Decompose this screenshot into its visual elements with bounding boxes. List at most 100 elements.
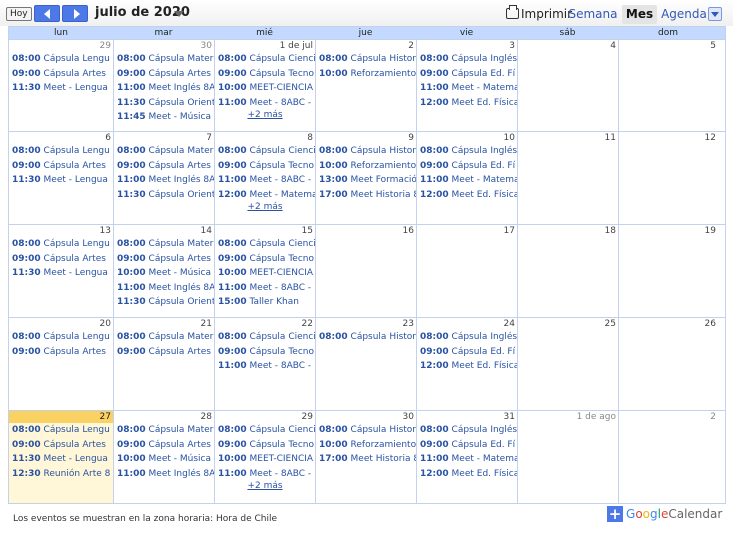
calendar-event[interactable]: 11:00 Meet - 8ABC -	[215, 467, 315, 482]
day-cell[interactable]: 25	[517, 318, 618, 410]
day-number[interactable]: 24	[417, 318, 517, 330]
calendar-event[interactable]: 11:45 Meet - Música	[114, 110, 214, 125]
calendar-event[interactable]: 10:00 Reforzamiento	[316, 67, 416, 82]
day-cell[interactable]: 19	[618, 225, 718, 317]
calendar-event[interactable]: 10:00 MEET-CIENCIA	[215, 452, 315, 467]
day-number[interactable]: 9	[316, 132, 416, 144]
calendar-event[interactable]: 09:00 Cápsula Tecno	[215, 67, 315, 82]
chevron-down-icon[interactable]	[174, 11, 184, 17]
calendar-event[interactable]: 08:00 Cápsula Inglés	[417, 52, 517, 67]
calendar-event[interactable]: 08:00 Cápsula Cienci	[215, 237, 315, 252]
calendar-event[interactable]: 11:00 Meet - Matema	[417, 452, 517, 467]
calendar-event[interactable]: 11:00 Meet - Matema	[417, 81, 517, 96]
day-number[interactable]: 2	[316, 40, 416, 52]
day-number[interactable]: 14	[114, 225, 214, 237]
day-number[interactable]: 25	[518, 318, 618, 330]
day-cell[interactable]: 8 08:00 Cápsula Cienci 09:00 Cápsula Tecno…	[214, 132, 315, 224]
calendar-event[interactable]: 08:00 Cápsula Lengu	[9, 237, 113, 252]
calendar-event[interactable]: 11:00 Meet Inglés 8A	[114, 173, 214, 188]
tab-agenda[interactable]: Agenda	[660, 5, 708, 24]
day-cell[interactable]: 20 08:00 Cápsula Lengu 09:00 Cápsula Artes	[9, 318, 113, 410]
calendar-event[interactable]: 08:00 Cápsula Inglés	[417, 330, 517, 345]
calendar-event[interactable]: 09:00 Cápsula Ed. Fí	[417, 345, 517, 360]
day-number[interactable]: 29	[215, 411, 315, 423]
calendar-event[interactable]: 08:00 Cápsula Inglés	[417, 423, 517, 438]
day-cell[interactable]: 12	[618, 132, 718, 224]
calendar-event[interactable]: 08:00 Cápsula Histor	[316, 423, 416, 438]
day-cell[interactable]: 30 08:00 Cápsula Mater 09:00 Cápsula Artes…	[113, 40, 214, 132]
day-number[interactable]: 7	[114, 132, 214, 144]
calendar-event[interactable]: 11:30 Cápsula Orient	[114, 96, 214, 111]
day-cell[interactable]: 5	[618, 40, 718, 132]
calendar-event[interactable]: 09:00 Cápsula Tecno	[215, 252, 315, 267]
calendar-event[interactable]: 11:30 Meet - Lengua	[9, 81, 113, 96]
more-events-link[interactable]: +2 más	[215, 202, 315, 212]
day-cell[interactable]: 15 08:00 Cápsula Cienci 09:00 Cápsula Tecn…	[214, 225, 315, 317]
calendar-event[interactable]: 12:00 Meet Ed. Física	[417, 467, 517, 482]
calendar-event[interactable]: 11:00 Meet - Matema	[417, 173, 517, 188]
calendar-event[interactable]: 09:00 Cápsula Artes	[9, 159, 113, 174]
day-number[interactable]: 4	[518, 40, 618, 52]
day-cell[interactable]: 2	[618, 411, 718, 503]
day-cell[interactable]: 7 08:00 Cápsula Mater 09:00 Cápsula Artes 1…	[113, 132, 214, 224]
day-cell[interactable]: 22 08:00 Cápsula Cienci 09:00 Cápsula Tecn…	[214, 318, 315, 410]
calendar-event[interactable]: 09:00 Cápsula Artes	[9, 252, 113, 267]
calendar-event[interactable]: 11:00 Meet - 8ABC -	[215, 281, 315, 296]
day-cell[interactable]: 31 08:00 Cápsula Inglés 09:00 Cápsula Ed. …	[416, 411, 517, 503]
calendar-event[interactable]: 08:00 Cápsula Cienci	[215, 52, 315, 67]
day-cell[interactable]: 30 08:00 Cápsula Histor 10:00 Reforzamient…	[315, 411, 416, 503]
today-button[interactable]: Hoy	[6, 7, 32, 21]
calendar-event[interactable]: 10:00 MEET-CIENCIA	[215, 81, 315, 96]
day-cell[interactable]: 26	[618, 318, 718, 410]
day-cell[interactable]: 1 de ago	[517, 411, 618, 503]
day-number[interactable]: 20	[9, 318, 113, 330]
calendar-event[interactable]: 08:00 Cápsula Inglés	[417, 144, 517, 159]
day-number[interactable]: 17	[417, 225, 517, 237]
calendar-event[interactable]: 12:00 Meet Ed. Física	[417, 359, 517, 374]
calendar-event[interactable]: 12:30 Reunión Arte 8	[9, 467, 113, 482]
calendar-event[interactable]: 17:00 Meet Historia 8	[316, 188, 416, 203]
calendar-event[interactable]: 09:00 Cápsula Artes	[114, 438, 214, 453]
calendar-event[interactable]: 09:00 Cápsula Tecno	[215, 345, 315, 360]
calendar-event[interactable]: 11:00 Meet - 8ABC -	[215, 96, 315, 111]
next-month-button[interactable]	[62, 5, 88, 22]
calendar-event[interactable]: 08:00 Cápsula Lengu	[9, 423, 113, 438]
tab-month[interactable]: Mes	[622, 5, 657, 24]
day-number[interactable]: 15	[215, 225, 315, 237]
day-cell[interactable]: 13 08:00 Cápsula Lengu 09:00 Cápsula Artes…	[9, 225, 113, 317]
calendar-event[interactable]: 09:00 Cápsula Ed. Fí	[417, 67, 517, 82]
day-number[interactable]: 19	[619, 225, 718, 237]
day-number[interactable]: 28	[114, 411, 214, 423]
day-number[interactable]: 6	[9, 132, 113, 144]
day-number[interactable]: 3	[417, 40, 517, 52]
day-cell[interactable]: 21 08:00 Cápsula Mater 09:00 Cápsula Artes	[113, 318, 214, 410]
more-events-link[interactable]: +2 más	[215, 110, 315, 120]
calendar-event[interactable]: 08:00 Cápsula Mater	[114, 52, 214, 67]
day-cell[interactable]: 24 08:00 Cápsula Inglés 09:00 Cápsula Ed. …	[416, 318, 517, 410]
day-cell[interactable]: 18	[517, 225, 618, 317]
calendar-event[interactable]: 08:00 Cápsula Mater	[114, 423, 214, 438]
day-cell[interactable]: 3 08:00 Cápsula Inglés 09:00 Cápsula Ed. F…	[416, 40, 517, 132]
more-events-link[interactable]: +2 más	[215, 481, 315, 491]
day-number[interactable]: 5	[619, 40, 718, 52]
day-number[interactable]: 27	[9, 411, 113, 423]
calendar-event[interactable]: 08:00 Cápsula Cienci	[215, 423, 315, 438]
calendar-event[interactable]: 11:30 Cápsula Orient	[114, 295, 214, 310]
calendar-event[interactable]: 08:00 Cápsula Lengu	[9, 52, 113, 67]
day-number[interactable]: 13	[9, 225, 113, 237]
calendar-event[interactable]: 12:00 Meet Ed. Física	[417, 188, 517, 203]
day-number[interactable]: 30	[316, 411, 416, 423]
calendar-event[interactable]: 11:00 Meet - 8ABC -	[215, 359, 315, 374]
calendar-event[interactable]: 09:00 Cápsula Tecno	[215, 159, 315, 174]
day-number[interactable]: 10	[417, 132, 517, 144]
calendar-event[interactable]: 08:00 Cápsula Histor	[316, 144, 416, 159]
day-cell[interactable]: 4	[517, 40, 618, 132]
calendar-event[interactable]: 09:00 Cápsula Artes	[114, 67, 214, 82]
day-number[interactable]: 30	[114, 40, 214, 52]
calendar-event[interactable]: 09:00 Cápsula Ed. Fí	[417, 159, 517, 174]
day-cell[interactable]: 23 08:00 Cápsula Histor	[315, 318, 416, 410]
calendar-event[interactable]: 09:00 Cápsula Tecno	[215, 438, 315, 453]
calendar-event[interactable]: 08:00 Cápsula Cienci	[215, 330, 315, 345]
calendar-event[interactable]: 09:00 Cápsula Artes	[9, 67, 113, 82]
calendar-event[interactable]: 15:00 Taller Khan	[215, 295, 315, 310]
